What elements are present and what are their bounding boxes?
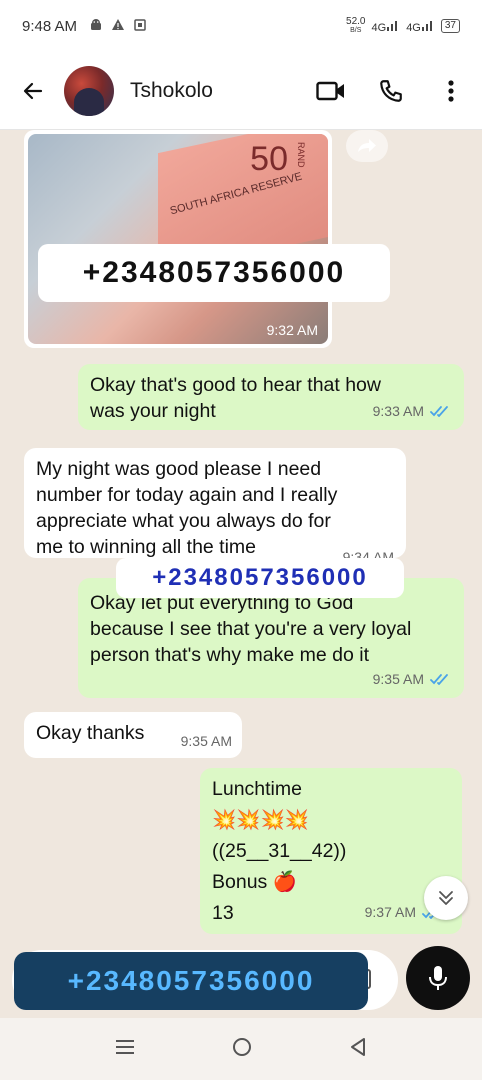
message-bubble[interactable]: Lunchtime 💥💥💥💥 ((25__31__42)) Bonus 🍎 13…	[200, 768, 462, 934]
warning-icon	[111, 18, 125, 35]
menu-icon	[116, 1039, 134, 1054]
number-overlay-2: +2348057356000	[116, 558, 404, 598]
message-meta: 9:35 AM	[181, 728, 232, 754]
message-text: ((25__31__42))	[212, 840, 347, 862]
status-bar: 9:48 AM 52.0 B/S 4G 4G 37	[0, 0, 482, 52]
message-time: 9:35 AM	[180, 733, 232, 749]
recent-apps-button[interactable]	[115, 1038, 135, 1061]
chat-area[interactable]: 50 RAND SOUTH AFRICA RESERVE 9:32 AM +23…	[0, 130, 482, 1015]
video-camera-icon	[316, 81, 344, 100]
scroll-to-bottom-button[interactable]	[424, 876, 468, 920]
system-back-button[interactable]	[349, 1037, 367, 1062]
message-meta: 9:33 AM	[373, 398, 450, 424]
more-options-button[interactable]	[436, 76, 466, 106]
message-text: Lunchtime	[212, 778, 302, 800]
message-text: My night was good please I need	[36, 458, 322, 480]
number-overlay-1: +2348057356000	[38, 244, 390, 302]
banknote-photo[interactable]: 50 RAND SOUTH AFRICA RESERVE 9:32 AM	[28, 134, 328, 344]
more-vertical-icon	[448, 79, 454, 102]
double-check-icon	[430, 406, 448, 417]
signal-icon-2: 4G	[406, 19, 435, 34]
android-icon	[89, 18, 103, 35]
note-value: 50	[250, 140, 288, 178]
message-meta: 9:35 AM	[373, 666, 450, 692]
message-text: 💥💥💥💥	[212, 809, 310, 831]
avatar[interactable]	[64, 65, 114, 116]
arrow-left-icon	[23, 82, 43, 99]
double-chevron-down-icon	[439, 891, 453, 905]
contact-name[interactable]: Tshokolo	[130, 79, 213, 103]
home-button[interactable]	[231, 1036, 253, 1063]
status-time: 9:48 AM	[22, 17, 78, 35]
forward-icon	[358, 139, 376, 152]
message-text: because I see that you're a very loyal	[90, 618, 412, 640]
image-message[interactable]: 50 RAND SOUTH AFRICA RESERVE 9:32 AM	[24, 130, 332, 348]
message-text: number for today again and I really	[36, 484, 338, 506]
number-overlay-3: +2348057356000	[14, 952, 368, 1010]
mic-icon	[429, 966, 447, 990]
forward-button[interactable]	[346, 130, 388, 162]
battery-icon: 37	[440, 19, 460, 33]
home-circle-icon	[233, 1037, 251, 1056]
status-notification-icons	[89, 18, 147, 35]
message-text: appreciate what you always do for	[36, 510, 331, 532]
message-text: Bonus 🍎	[212, 871, 297, 893]
system-nav-bar	[0, 1018, 482, 1080]
double-check-icon	[430, 674, 448, 685]
message-time: 9:35 AM	[372, 671, 424, 687]
voice-call-button[interactable]	[376, 76, 406, 106]
message-text: Okay that's good to hear that how	[90, 374, 381, 396]
signal-icon-1: 4G	[372, 19, 401, 34]
message-bubble[interactable]: Okay thanks 9:35 AM	[24, 712, 242, 758]
message-bubble[interactable]: My night was good please I need number f…	[24, 448, 406, 565]
message-time: 9:37 AM	[364, 904, 416, 920]
mic-button[interactable]	[406, 946, 470, 1010]
back-button[interactable]	[16, 74, 50, 108]
message-text: me to winning all the time	[36, 536, 257, 558]
phone-icon	[380, 79, 402, 102]
video-call-button[interactable]	[316, 76, 346, 106]
message-time: 9:33 AM	[372, 403, 424, 419]
message-bubble[interactable]: Okay that's good to hear that how was yo…	[78, 364, 464, 430]
message-text: person that's why make me do it	[90, 644, 370, 666]
sim-icon	[133, 18, 147, 35]
message-time: 9:32 AM	[266, 322, 318, 338]
note-currency: RAND	[296, 142, 306, 168]
network-speed: 52.0 B/S	[346, 16, 366, 35]
triangle-back-icon	[351, 1037, 365, 1056]
chat-header: Tshokolo	[0, 52, 482, 130]
